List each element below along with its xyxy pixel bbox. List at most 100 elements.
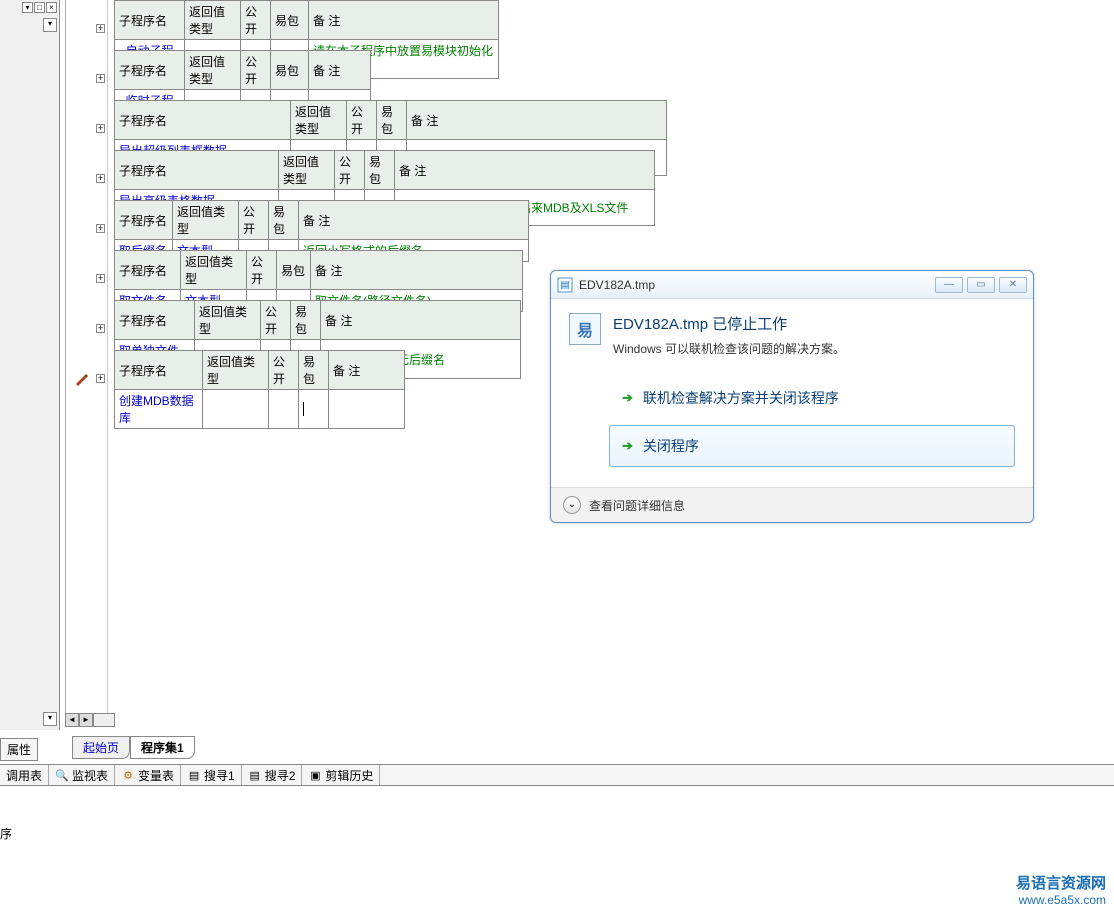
col-remark: 备 注: [309, 1, 499, 40]
link-icon: ⚙: [121, 768, 135, 782]
watermark-title: 易语言资源网: [1016, 872, 1106, 893]
dialog-body: 易 EDV182A.tmp 已停止工作 Windows 可以联机检查该问题的解决…: [551, 299, 1033, 487]
tool-watch[interactable]: 🔍监视表: [49, 765, 115, 785]
cell-pkg[interactable]: [299, 390, 329, 429]
expand-icon[interactable]: +: [96, 74, 105, 83]
col-remark: 备 注: [407, 101, 667, 140]
col-type: 返回值类型: [185, 51, 241, 90]
option-label: 联机检查解决方案并关闭该程序: [643, 388, 839, 408]
expand-icon[interactable]: +: [96, 274, 105, 283]
doc-icon: ▤: [187, 768, 201, 782]
col-type: 返回值类型: [195, 301, 261, 340]
details-label[interactable]: 查看问题详细信息: [589, 497, 685, 514]
app-icon: [557, 277, 573, 293]
tool-vars[interactable]: ⚙变量表: [115, 765, 181, 785]
tool-label: 搜寻2: [265, 767, 296, 784]
col-pkg: 易包: [377, 101, 407, 140]
subroutine-table[interactable]: 子程序名 返回值类型 公开 易包 备 注 创建MDB数据库: [114, 350, 405, 429]
tool-history[interactable]: ▣剪辑历史: [302, 765, 380, 785]
cell-type[interactable]: [203, 390, 269, 429]
col-name: 子程序名: [115, 101, 291, 140]
gutter: + + + + + + + +: [66, 0, 108, 720]
dialog-options: ➔ 联机检查解决方案并关闭该程序 ➔ 关闭程序: [609, 377, 1015, 467]
panel-combo-icon[interactable]: ▾: [43, 18, 57, 32]
subroutine-block: 子程序名 返回值类型 公开 易包 备 注 创建MDB数据库: [114, 350, 405, 429]
expand-icon[interactable]: +: [96, 124, 105, 133]
edit-marker-icon: [74, 372, 88, 386]
col-public: 公开: [241, 1, 271, 40]
tool-label: 调用表: [6, 767, 42, 784]
col-public: 公开: [247, 251, 277, 290]
col-type: 返回值类型: [185, 1, 241, 40]
tool-label: 监视表: [72, 767, 108, 784]
col-public: 公开: [241, 51, 271, 90]
option-close-program[interactable]: ➔ 关闭程序: [609, 425, 1015, 467]
col-pkg: 易包: [277, 251, 311, 290]
col-name: 子程序名: [115, 51, 185, 90]
maximize-button[interactable]: ▭: [967, 277, 995, 293]
col-pkg: 易包: [299, 351, 329, 390]
tool-calltable[interactable]: 调用表: [0, 765, 49, 785]
cell-public[interactable]: [269, 390, 299, 429]
col-name: 子程序名: [115, 201, 173, 240]
status-text: 序: [0, 825, 12, 842]
dialog-title: EDV182A.tmp: [579, 278, 935, 292]
dialog-footer: ⌄ 查看问题详细信息: [551, 487, 1033, 522]
col-type: 返回值类型: [279, 151, 335, 190]
side-panel: ▾ □ × ▾ ▾: [0, 0, 60, 730]
scroll-left-icon[interactable]: ◄: [65, 713, 79, 727]
tool-label: 变量表: [138, 767, 174, 784]
minimize-button[interactable]: —: [935, 277, 963, 293]
panel-combo2-icon[interactable]: ▾: [43, 712, 57, 726]
option-check-online[interactable]: ➔ 联机检查解决方案并关闭该程序: [609, 377, 1015, 419]
col-name: 子程序名: [115, 251, 181, 290]
editor-tabs: 起始页 程序集1: [72, 736, 195, 759]
panel-dropdown-icon[interactable]: ▾: [22, 2, 33, 13]
watermark-url: www.e5a5x.com: [1016, 893, 1106, 907]
col-name: 子程序名: [115, 1, 185, 40]
dialog-subtext: Windows 可以联机检查该问题的解决方案。: [613, 340, 845, 357]
tab-active[interactable]: 程序集1: [130, 736, 195, 759]
col-pkg: 易包: [365, 151, 395, 190]
expand-icon[interactable]: +: [96, 24, 105, 33]
close-button[interactable]: ✕: [999, 277, 1027, 293]
properties-tab[interactable]: 属性: [0, 738, 38, 761]
col-remark: 备 注: [321, 301, 521, 340]
crash-dialog: EDV182A.tmp — ▭ ✕ 易 EDV182A.tmp 已停止工作 Wi…: [550, 270, 1034, 523]
arrow-icon: ➔: [622, 438, 633, 454]
expand-icon[interactable]: +: [96, 324, 105, 333]
col-remark: 备 注: [329, 351, 405, 390]
panel-close-icon[interactable]: ×: [46, 2, 57, 13]
col-pkg: 易包: [269, 201, 299, 240]
col-remark: 备 注: [395, 151, 655, 190]
col-public: 公开: [335, 151, 365, 190]
program-icon: 易: [569, 313, 601, 345]
dialog-heading: EDV182A.tmp 已停止工作: [613, 313, 845, 334]
bottom-toolbar: 调用表 🔍监视表 ⚙变量表 ▤搜寻1 ▤搜寻2 ▣剪辑历史: [0, 764, 1114, 786]
col-public: 公开: [269, 351, 299, 390]
col-pkg: 易包: [271, 51, 309, 90]
col-type: 返回值类型: [291, 101, 347, 140]
expand-icon[interactable]: +: [96, 224, 105, 233]
cell-name[interactable]: 创建MDB数据库: [115, 390, 203, 429]
scroll-track[interactable]: [93, 713, 115, 727]
clip-icon: ▣: [308, 768, 322, 782]
col-remark: 备 注: [299, 201, 529, 240]
cell-remark[interactable]: [329, 390, 405, 429]
expand-icon[interactable]: +: [96, 374, 105, 383]
tab-start[interactable]: 起始页: [72, 736, 130, 759]
scroll-right-icon[interactable]: ►: [79, 713, 93, 727]
col-public: 公开: [347, 101, 377, 140]
col-public: 公开: [239, 201, 269, 240]
arrow-icon: ➔: [622, 390, 633, 406]
watermark: 易语言资源网 www.e5a5x.com: [1016, 872, 1106, 907]
chevron-down-icon[interactable]: ⌄: [563, 496, 581, 514]
tool-search1[interactable]: ▤搜寻1: [181, 765, 242, 785]
hscroll[interactable]: ◄ ►: [65, 713, 115, 727]
expand-icon[interactable]: +: [96, 174, 105, 183]
panel-controls: ▾ □ ×: [22, 2, 57, 13]
col-name: 子程序名: [115, 301, 195, 340]
dialog-titlebar[interactable]: EDV182A.tmp — ▭ ✕: [551, 271, 1033, 299]
tool-search2[interactable]: ▤搜寻2: [242, 765, 303, 785]
panel-pin-icon[interactable]: □: [34, 2, 45, 13]
